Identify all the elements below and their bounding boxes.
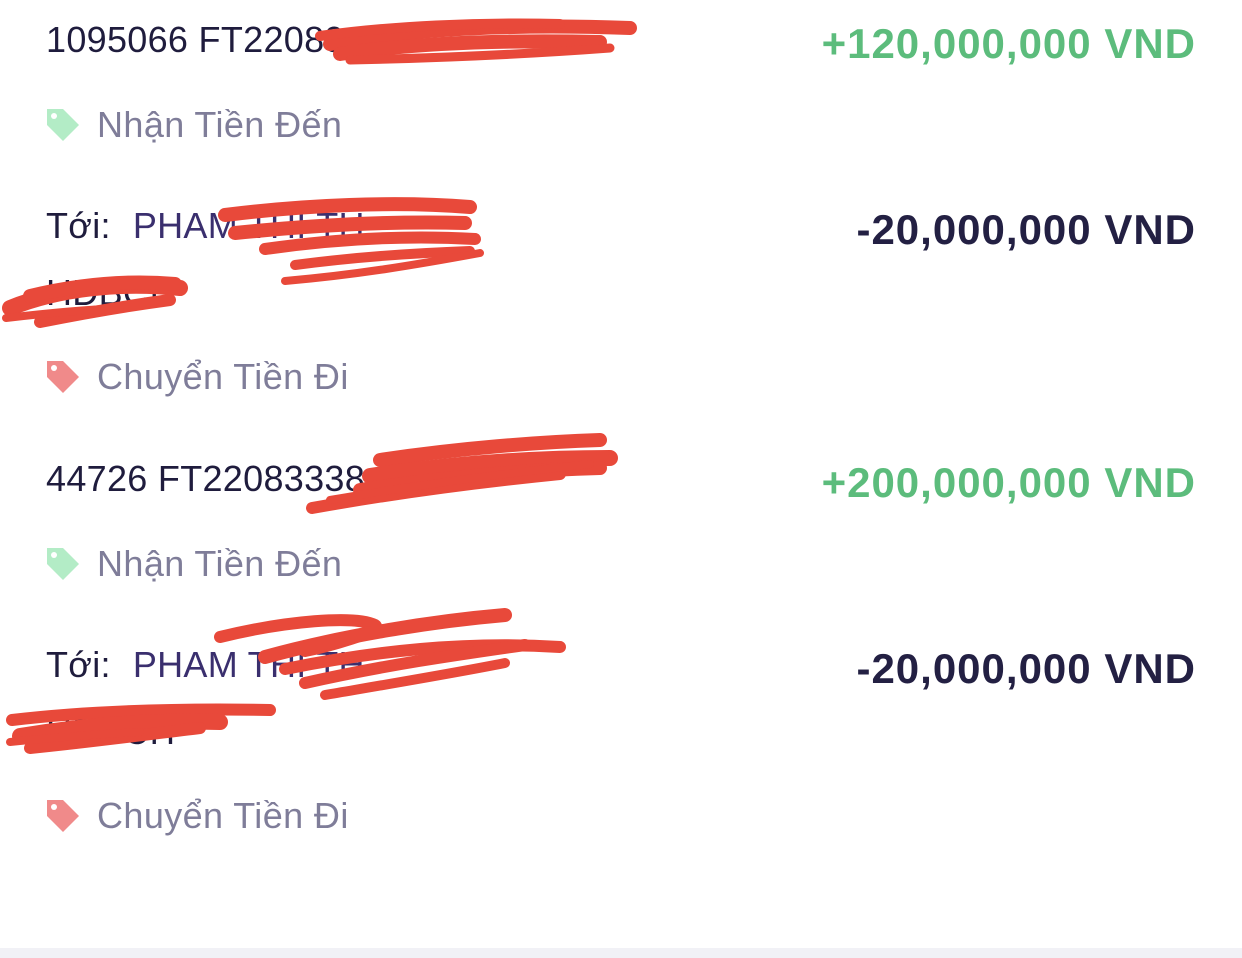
category-tag: Nhận Tiền Đến [44, 104, 343, 145]
tag-icon [47, 548, 79, 580]
recipient-line: Tới: PHAM THI TH [46, 645, 365, 685]
recipient-line: Tới: PHAM THI TH [46, 206, 365, 246]
transaction-amount: -20,000,000 VND [856, 645, 1196, 692]
recipient-name: PHAM THI TH [132, 644, 365, 685]
transaction-reference: 44726 FT22083338 [46, 458, 366, 499]
to-label: Tới: [46, 205, 111, 246]
transaction-list: 1095066 FT22089450 +120,000,000 VND Nhận… [0, 0, 1242, 948]
transaction-row-4[interactable]: Tới: PHAM THI TH HDBCIT -20,000,000 VND C… [0, 620, 1242, 880]
category-label: Chuyển Tiền Đi [97, 795, 349, 836]
transaction-row-3[interactable]: 44726 FT22083338 +200,000,000 VND Nhận T… [0, 430, 1242, 620]
transaction-amount: +120,000,000 VND [821, 20, 1196, 67]
recipient-bank: HDBCIT [46, 272, 182, 313]
category-tag: Chuyển Tiền Đi [44, 356, 349, 397]
category-label: Nhận Tiền Đến [97, 104, 343, 145]
tag-icon [47, 361, 79, 393]
to-label: Tới: [46, 644, 111, 685]
transaction-row-1[interactable]: 1095066 FT22089450 +120,000,000 VND Nhận… [0, 0, 1242, 180]
transaction-amount: +200,000,000 VND [821, 459, 1196, 506]
category-tag: Chuyển Tiền Đi [44, 795, 349, 836]
transaction-reference: 1095066 FT22089450 [46, 19, 406, 60]
tag-icon [47, 800, 79, 832]
transaction-amount: -20,000,000 VND [856, 206, 1196, 253]
recipient-name: PHAM THI TH [132, 205, 365, 246]
bottom-divider [0, 948, 1242, 958]
category-label: Chuyển Tiền Đi [97, 356, 349, 397]
recipient-bank: HDBCIT [46, 711, 182, 752]
tag-icon [47, 109, 79, 141]
transaction-row-2[interactable]: Tới: PHAM THI TH HDBCIT -20,000,000 VND C… [0, 180, 1242, 430]
category-label: Nhận Tiền Đến [97, 543, 343, 584]
category-tag: Nhận Tiền Đến [44, 543, 343, 584]
